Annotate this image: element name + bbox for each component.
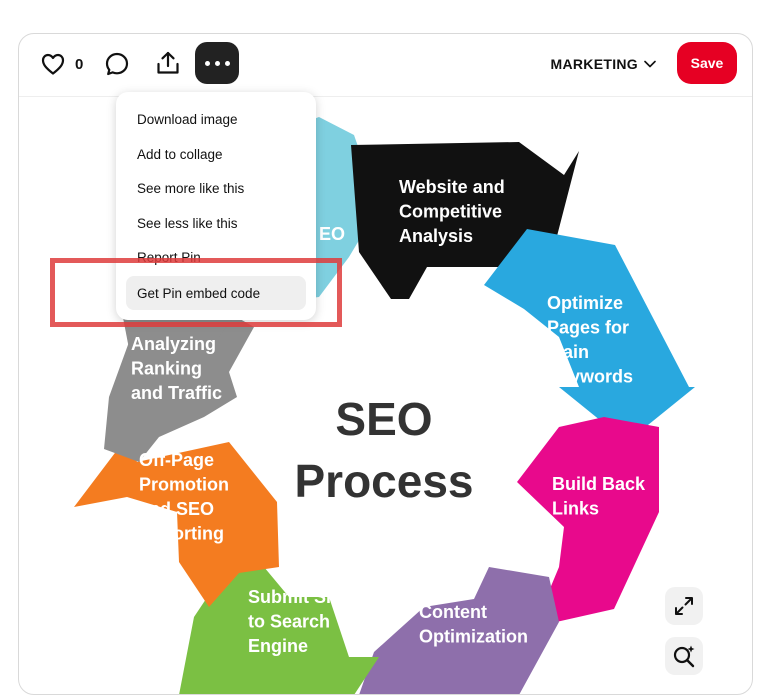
chevron-down-icon xyxy=(644,60,656,68)
menu-item-download-image[interactable]: Download image xyxy=(126,102,306,136)
board-selector[interactable]: MARKETING xyxy=(551,54,656,74)
comment-button[interactable] xyxy=(103,50,131,78)
pin-toolbar: 0 MARKETING Save xyxy=(19,34,752,96)
save-button[interactable]: Save xyxy=(677,42,737,84)
highlight-box xyxy=(50,258,342,327)
share-icon xyxy=(157,51,179,74)
center-title-line2: Process xyxy=(294,455,473,507)
menu-item-see-less[interactable]: See less like this xyxy=(126,206,306,240)
like-count: 0 xyxy=(75,55,84,73)
menu-item-add-to-collage[interactable]: Add to collage xyxy=(126,137,306,171)
board-name: MARKETING xyxy=(550,56,638,72)
like-button[interactable]: 0 xyxy=(41,50,83,78)
comment-icon xyxy=(105,52,129,76)
step-label-keyword-research: EO xyxy=(319,224,345,244)
share-button[interactable] xyxy=(153,48,183,78)
visual-search-button[interactable] xyxy=(665,637,703,675)
center-title-line1: SEO xyxy=(335,393,432,445)
expand-button[interactable] xyxy=(665,587,703,625)
visual-search-icon xyxy=(673,645,695,668)
heart-icon xyxy=(41,53,65,75)
expand-icon xyxy=(675,597,693,615)
more-options-button[interactable] xyxy=(195,42,239,84)
menu-item-see-more[interactable]: See more like this xyxy=(126,171,306,205)
more-icon xyxy=(202,60,232,66)
